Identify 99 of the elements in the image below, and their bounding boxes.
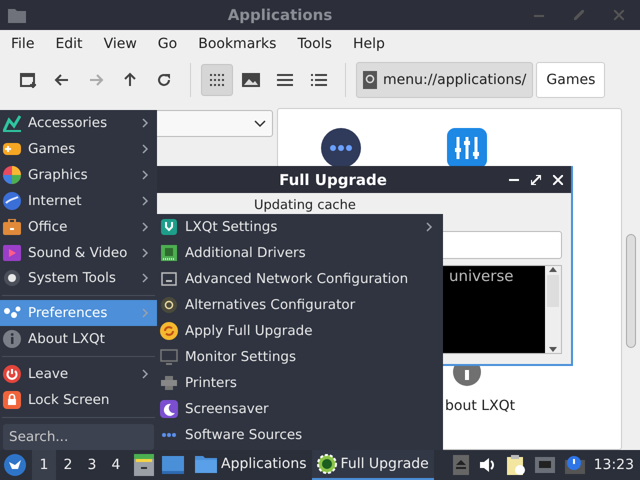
- image-icon: [242, 72, 260, 88]
- menu-item[interactable]: System Tools: [0, 266, 157, 292]
- chevron-down-icon: [254, 120, 266, 128]
- dialog-title: Full Upgrade: [278, 170, 388, 188]
- task-button[interactable]: Full Upgrade: [312, 450, 434, 480]
- menu-item[interactable]: Additional Drivers: [157, 240, 443, 266]
- forward-arrow-icon: [88, 72, 104, 88]
- scroll-down-icon: [549, 347, 557, 353]
- menu-item[interactable]: File: [2, 36, 44, 52]
- lock-icon: [3, 391, 21, 410]
- chevron-right-icon: [142, 308, 149, 318]
- dots-icon: [3, 306, 21, 320]
- chevron-right-icon: [142, 196, 149, 206]
- eject-icon: [452, 455, 469, 475]
- printer-icon: [161, 376, 177, 390]
- network-port-icon: [161, 272, 177, 286]
- chevron-right-icon: [142, 222, 149, 232]
- chevron-right-icon: [426, 222, 433, 232]
- menu-item[interactable]: View: [94, 36, 146, 52]
- sliders-icon: [447, 128, 487, 168]
- menu-item[interactable]: Internet: [0, 188, 157, 214]
- dots-icon: [321, 128, 361, 168]
- window-icon: [162, 456, 184, 474]
- desktop-button[interactable]: 2: [56, 450, 80, 480]
- menu-item[interactable]: Edit: [46, 36, 92, 52]
- info-icon: [3, 330, 21, 348]
- reload-icon: [156, 72, 172, 88]
- desktop-button[interactable]: 1: [32, 450, 56, 480]
- refresh-icon: [160, 322, 178, 340]
- menu-item[interactable]: Accessories: [0, 110, 157, 136]
- menu-item[interactable]: Go: [148, 36, 186, 52]
- close-icon: [614, 10, 624, 20]
- location-field[interactable]: menu://applications/: [356, 62, 534, 98]
- file-label: bout LXQt: [444, 398, 516, 414]
- globe-icon: [3, 192, 21, 210]
- menu-item[interactable]: Office: [0, 214, 157, 240]
- menu-item[interactable]: Software Sources: [157, 422, 443, 448]
- gear-icon: [316, 454, 337, 474]
- new-tab-icon: [19, 71, 37, 89]
- close-icon: [553, 174, 563, 184]
- maximize-icon: [574, 10, 584, 20]
- gamepad-icon: [3, 140, 21, 157]
- window-title: Applications: [226, 6, 334, 24]
- menu-item[interactable]: Graphics: [0, 162, 157, 188]
- ring-icon: [161, 297, 177, 313]
- search-field[interactable]: Search...: [3, 424, 154, 450]
- menu-item[interactable]: Tools: [288, 36, 341, 52]
- wrench-icon: [161, 219, 177, 235]
- grid-view-icon: [210, 74, 224, 86]
- search-icon: [363, 71, 377, 89]
- maximize-icon: [531, 174, 541, 184]
- dots-icon: [161, 432, 177, 438]
- folder-icon: [195, 455, 217, 473]
- monitor-icon: [160, 349, 178, 365]
- clock: 13:23: [594, 457, 634, 473]
- menu-item[interactable]: Lock Screen: [0, 387, 157, 414]
- moon-icon: [160, 400, 178, 418]
- task-button[interactable]: Applications: [190, 450, 312, 480]
- volume-icon: [478, 457, 497, 473]
- chevron-right-icon: [142, 273, 149, 284]
- chevron-right-icon: [142, 369, 149, 380]
- detail-list-icon: [311, 74, 327, 86]
- desktop-button[interactable]: 4: [104, 450, 128, 480]
- status-text: Updating cache: [254, 198, 357, 213]
- power-icon: [3, 365, 21, 384]
- chevron-right-icon: [142, 170, 149, 180]
- menu-item[interactable]: Screensaver: [157, 396, 443, 422]
- menu-item[interactable]: Printers: [157, 370, 443, 396]
- color-wheel-icon: [3, 166, 21, 184]
- media-icon: [3, 244, 21, 261]
- cabinet-icon: [134, 454, 154, 476]
- briefcase-icon: [3, 218, 21, 235]
- scroll-up-icon: [549, 266, 557, 272]
- view-mode-button[interactable]: [201, 64, 233, 96]
- chevron-right-icon: [142, 248, 149, 258]
- folder-icon: [8, 7, 26, 23]
- network-icon: [534, 457, 555, 473]
- scroll-bar[interactable]: [626, 234, 636, 348]
- menu-item[interactable]: Bookmarks: [189, 36, 286, 52]
- menu-item[interactable]: Leave: [0, 361, 157, 388]
- gear-icon: [3, 269, 21, 288]
- chevron-right-icon: [142, 144, 149, 154]
- desktop-button[interactable]: 3: [80, 450, 104, 480]
- menu-item[interactable]: Games: [0, 136, 157, 162]
- list-view-icon: [277, 74, 293, 86]
- chart-icon: [3, 114, 21, 132]
- clipboard-icon: [506, 455, 525, 475]
- menu-item[interactable]: LXQt Settings: [157, 214, 443, 240]
- path-button[interactable]: Games: [536, 62, 606, 98]
- menu-item[interactable]: Sound & Video: [0, 240, 157, 266]
- bird-icon: [4, 454, 26, 476]
- menu-item[interactable]: Help: [344, 36, 394, 52]
- scroll-bar[interactable]: [545, 266, 561, 353]
- chevron-right-icon: [142, 118, 149, 128]
- chip-icon: [161, 245, 177, 261]
- up-arrow-icon: [122, 72, 138, 88]
- back-arrow-icon: [54, 72, 70, 88]
- notification-icon: [564, 456, 585, 474]
- menu-item[interactable]: About LXQt: [0, 326, 157, 352]
